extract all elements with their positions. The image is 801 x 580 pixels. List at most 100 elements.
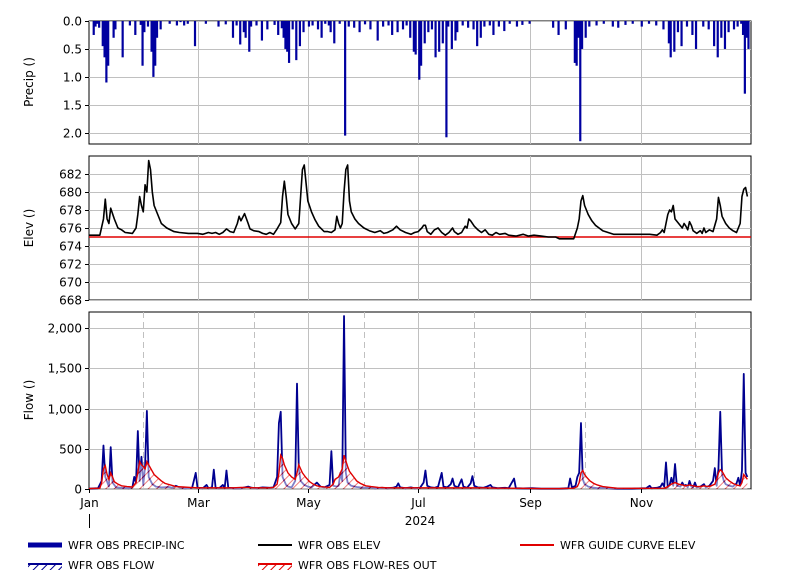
precip-bar xyxy=(183,21,186,26)
elev-y-tick-label: 680 xyxy=(59,186,82,200)
precip-bar xyxy=(640,21,643,27)
elev-y-tick-label: 682 xyxy=(59,168,82,182)
elev-y-ticks: 668 670 672 674 676 678 680 682 xyxy=(59,168,89,308)
precip-bar xyxy=(316,21,320,30)
precip-bar xyxy=(358,21,361,33)
precip-bar xyxy=(508,21,511,24)
precip-bar xyxy=(414,21,417,55)
legend-label: WFR OBS FLOW-RES OUT xyxy=(298,559,437,572)
precip-bar xyxy=(179,21,182,23)
precip-bar xyxy=(447,21,450,27)
precip-bar xyxy=(175,21,179,26)
x-tick-label: Mar xyxy=(187,496,210,510)
precip-bar xyxy=(333,21,336,44)
precip-bar xyxy=(369,21,372,30)
precip-bar xyxy=(445,21,448,138)
precip-bar xyxy=(291,21,294,30)
precip-bar xyxy=(450,21,453,49)
precip-bar xyxy=(353,21,356,28)
precip-bar xyxy=(320,21,323,38)
precip-bar xyxy=(128,21,131,26)
precip-bar xyxy=(483,21,486,27)
precip-bar xyxy=(98,21,101,28)
precip-bar xyxy=(472,21,475,30)
flow-y-tick-label: 2,000 xyxy=(48,322,82,336)
elev-y-tick-label: 672 xyxy=(59,258,82,272)
precip-bar xyxy=(107,21,110,66)
precip-bar xyxy=(423,21,426,44)
precip-bar xyxy=(434,21,437,58)
flow-y-tick-label: 0 xyxy=(74,483,82,497)
precip-bar xyxy=(295,21,298,61)
elev-y-tick-label: 674 xyxy=(59,240,82,254)
precip-bar xyxy=(673,21,676,52)
precip-bar xyxy=(595,21,598,26)
precip-y-tick-label: 1.5 xyxy=(63,99,82,113)
precip-bar xyxy=(727,21,730,33)
precip-bar xyxy=(344,21,347,136)
legend-label: WFR OBS PRECIP-INC xyxy=(68,539,185,552)
precip-bar xyxy=(121,21,124,58)
precip-bar xyxy=(747,21,750,49)
flow-plot-area xyxy=(88,311,752,490)
precip-bar xyxy=(409,21,412,38)
precip-bar xyxy=(382,21,385,27)
precip-bar xyxy=(239,21,242,45)
precip-bar xyxy=(311,21,314,26)
precip-bar xyxy=(159,21,162,30)
x-axis-year-label: 2024 xyxy=(405,514,436,528)
precip-bar xyxy=(235,21,238,26)
precip-bar xyxy=(204,21,207,24)
precip-bar xyxy=(287,21,291,63)
precip-bar xyxy=(503,21,506,32)
precip-bar xyxy=(224,21,227,25)
precip-bar xyxy=(396,21,399,33)
x-tick-label: Sep xyxy=(519,496,542,510)
legend-label: WFR OBS FLOW xyxy=(68,559,155,572)
flow-y-tick-label: 1,500 xyxy=(48,362,82,376)
flow-y-ticks: 0 500 1,000 1,500 2,000 xyxy=(48,322,89,497)
precip-bar xyxy=(168,21,171,24)
flow-y-axis-label: Flow () xyxy=(22,380,36,421)
precip-bar xyxy=(363,21,367,25)
precip-bar xyxy=(588,21,591,27)
flow-y-tick-label: 1,000 xyxy=(48,403,82,417)
precip-bar xyxy=(647,21,651,24)
precip-bar xyxy=(114,21,117,30)
precip-bar xyxy=(476,21,479,47)
precip-bar xyxy=(376,21,379,41)
precip-bar xyxy=(146,21,150,27)
precip-bar xyxy=(467,21,470,28)
precip-bar xyxy=(260,21,264,41)
precip-bar xyxy=(631,21,634,24)
precip-bar xyxy=(298,21,302,47)
precip-bar xyxy=(186,21,189,24)
precip-bar xyxy=(231,21,235,38)
x-tick-label: Jul xyxy=(410,496,425,510)
precip-bar xyxy=(716,21,719,58)
precip-bar xyxy=(497,21,500,27)
legend-label: WFR OBS ELEV xyxy=(298,539,381,552)
elev-y-tick-label: 676 xyxy=(59,222,82,236)
precip-bar xyxy=(694,21,698,49)
precip-bar xyxy=(720,21,723,38)
precip-bar xyxy=(155,21,159,38)
precip-bar xyxy=(277,21,280,35)
precip-bar xyxy=(736,21,739,27)
precip-bar xyxy=(521,21,524,25)
precip-bar xyxy=(134,21,137,35)
precip-bar xyxy=(557,21,560,35)
precip-bar xyxy=(441,21,444,44)
precip-y-ticks: 0.0 0.5 1.0 1.5 2.0 xyxy=(63,15,89,141)
precip-bar xyxy=(655,21,658,26)
precip-bar xyxy=(338,21,341,24)
x-tick-label: Jan xyxy=(79,496,99,510)
flow-x-ticks: Jan Mar May Jul Sep Nov xyxy=(79,489,653,510)
precip-bar xyxy=(488,21,491,26)
precip-bar xyxy=(702,21,705,27)
precip-bar xyxy=(217,21,220,27)
precip-bar xyxy=(427,21,430,33)
x-tick-label: May xyxy=(296,496,321,510)
precip-bar xyxy=(552,21,555,28)
precip-bar xyxy=(685,21,689,27)
